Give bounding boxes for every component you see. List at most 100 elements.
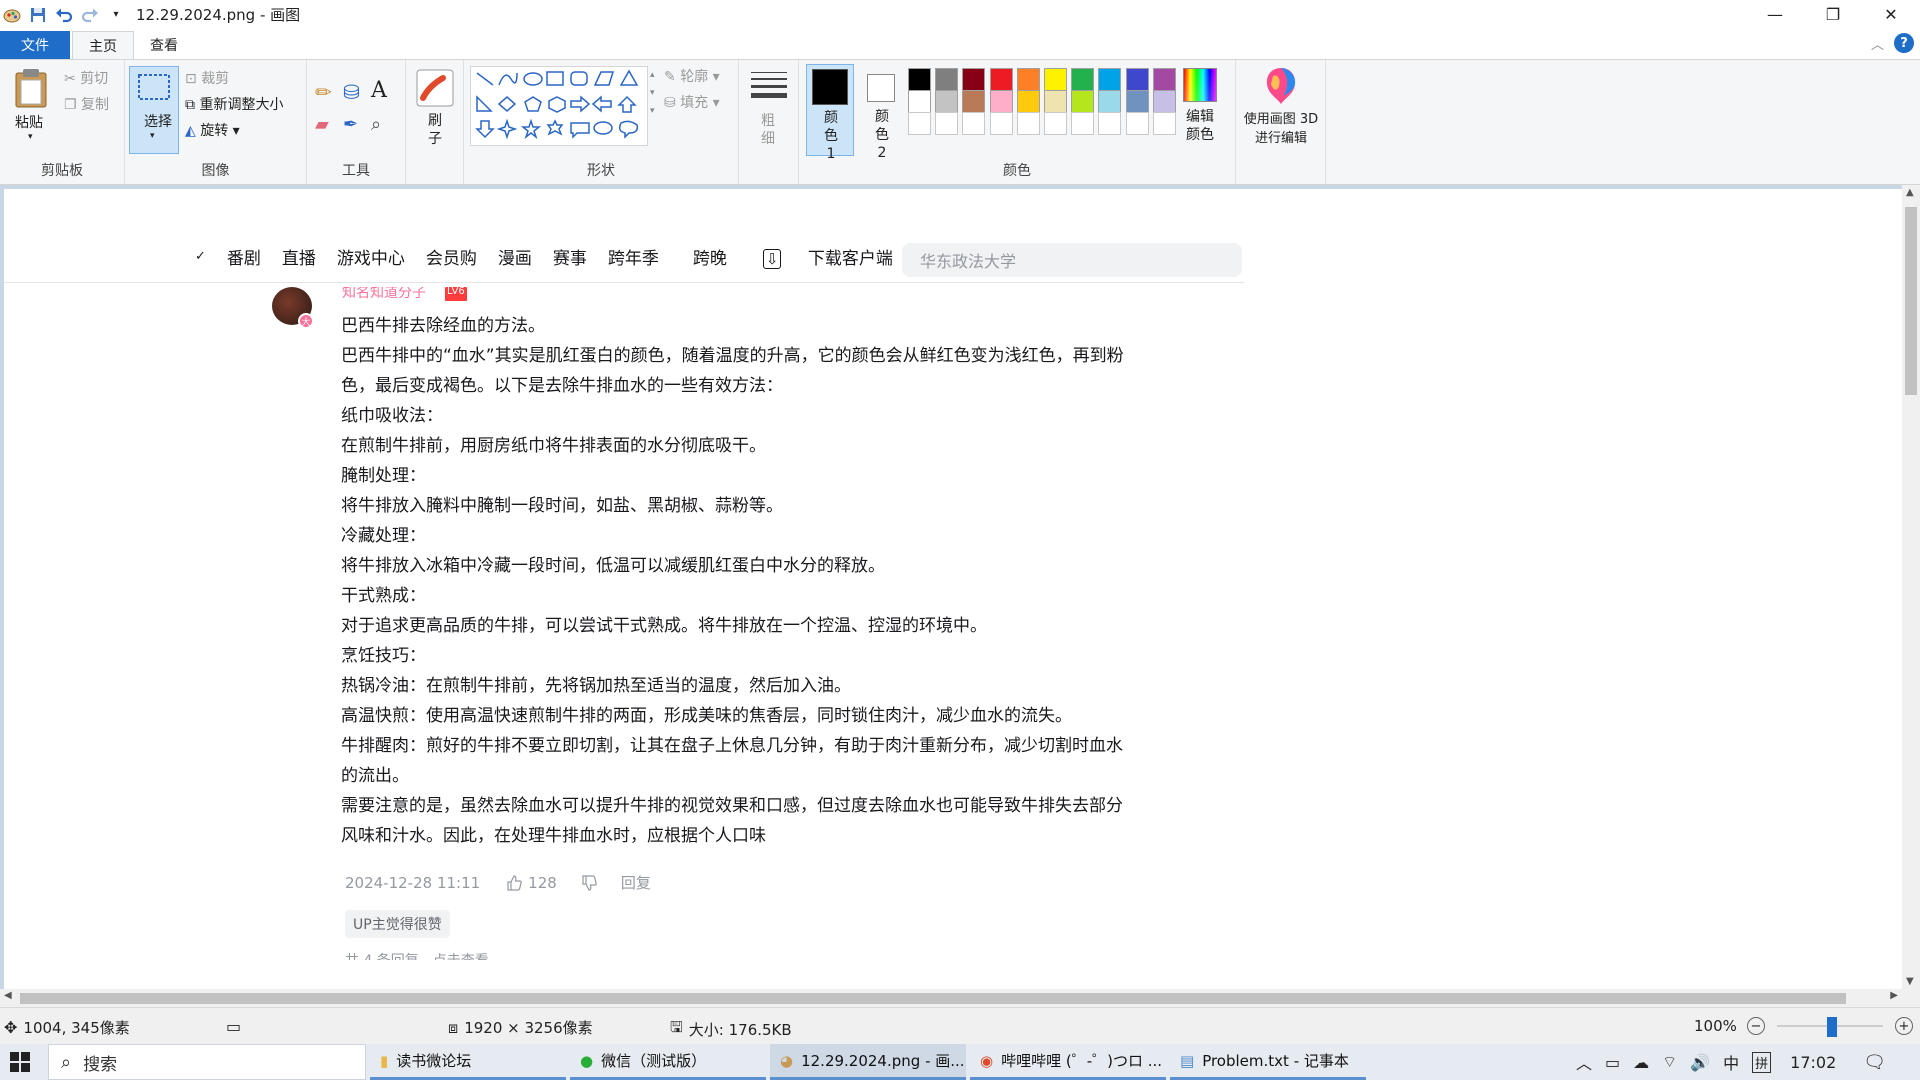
save-icon[interactable] [28,5,48,25]
color1-button[interactable]: 颜色 1 [806,64,854,162]
fill-bucket-icon[interactable]: ⛁ [343,80,360,104]
tab-view[interactable]: 查看 [134,31,194,59]
battery-icon[interactable]: ▭ [1605,1053,1620,1072]
like-button[interactable]: 128 [506,874,557,892]
horizontal-scrollbar[interactable]: ◀ ▶ [0,989,1902,1007]
palette-swatch[interactable] [1044,68,1067,91]
palette-swatch[interactable] [1098,68,1122,91]
scroll-up-arrow-icon[interactable]: ▲ [1906,187,1914,198]
pencil-icon[interactable]: ✏ [315,80,332,104]
tab-file[interactable]: 文件 [0,31,70,59]
nav-item[interactable]: 直播 [282,244,316,269]
wifi-icon[interactable]: ⌔ [1662,1052,1677,1072]
image-canvas[interactable]: ✓ 番剧 直播 游戏中心 会员购 漫画 赛事 跨年季 跨晚 ⇩ 下载客户端 华东… [4,189,1902,989]
scroll-right-arrow-icon[interactable]: ▶ [1890,990,1898,1001]
dislike-button[interactable] [581,874,597,891]
zoom-out-icon[interactable]: − [1746,1017,1765,1035]
palette-swatch[interactable] [1016,68,1040,91]
minimize-button[interactable]: — [1746,0,1804,29]
taskbar-app-bilibili[interactable]: ◉ 哔哩哔哩 (゜-゜)つロ ... [970,1044,1166,1080]
palette-swatch[interactable] [1071,68,1095,91]
paint3d-button[interactable]: 使用画图 3D 进行编辑 [1240,64,1322,158]
palette-swatch[interactable] [908,68,931,91]
taskbar-app-reading[interactable]: ▮ 读书微论坛 [370,1044,566,1080]
tray-expand-icon[interactable]: ︿ [1576,1050,1592,1074]
horizontal-scroll-thumb[interactable] [20,993,1846,1004]
palette-swatch-empty[interactable] [989,112,1013,135]
notification-icon[interactable]: 🗨 [1863,1052,1886,1073]
download-client-link[interactable]: ⇩ 下载客户端 [762,244,914,269]
taskbar-search[interactable]: ⌕ 搜索 [48,1044,366,1080]
nav-item[interactable]: 跨年季 [608,244,659,269]
palette-swatch[interactable] [935,68,959,91]
crop-button[interactable]: ⊡ 裁剪 [185,68,229,88]
paste-button[interactable]: 粘贴 ▾ [8,66,54,152]
taskbar-app-notepad[interactable]: ▤ Problem.txt - 记事本 [1170,1044,1366,1080]
palette-swatch-empty[interactable] [1044,112,1067,135]
help-icon[interactable]: ? [1894,33,1914,53]
color-picker-icon[interactable]: ✒ [343,114,358,135]
nav-item[interactable]: 赛事 [553,244,587,269]
taskbar-app-wechat[interactable]: ● 微信（测试版） [570,1044,766,1080]
palette-swatch[interactable] [1125,68,1149,91]
palette-swatch[interactable] [1016,90,1040,113]
outline-button[interactable]: ✎ 轮廓 ▾ [664,66,720,86]
redo-icon[interactable] [80,5,100,25]
taskbar-app-paint[interactable]: ◕ 12.29.2024.png - 画... [770,1044,966,1080]
reply-button[interactable]: 回复 [621,872,651,893]
page-search-input[interactable]: 华东政法大学 [902,243,1242,277]
palette-swatch-empty[interactable] [1071,112,1095,135]
palette-swatch[interactable] [1044,90,1067,113]
brushes-button[interactable]: 刷子 [410,66,460,158]
vertical-scrollbar[interactable]: ▲ ▼ [1902,185,1920,989]
palette-swatch-empty[interactable] [1016,112,1040,135]
undo-icon[interactable] [54,5,74,25]
palette-swatch[interactable] [1071,90,1095,113]
magnifier-icon[interactable]: ⌕ [371,114,381,135]
more-replies-link[interactable]: 共 4 条回复，点击查看 [345,951,489,960]
select-button[interactable]: 选择 ▾ [129,66,179,154]
palette-swatch[interactable] [1125,90,1149,113]
palette-swatch-empty[interactable] [908,112,931,135]
clock[interactable]: 17:02 [1790,1053,1836,1072]
scroll-left-arrow-icon[interactable]: ◀ [4,990,12,1001]
ime-language[interactable]: 中 [1723,1050,1739,1074]
palette-swatch-empty[interactable] [935,112,959,135]
shapes-gallery[interactable] [470,66,648,146]
rotate-button[interactable]: ◭ 旋转 ▾ [185,120,240,140]
start-button[interactable] [10,1052,30,1072]
ime-mode[interactable]: 拼 [1752,1051,1772,1073]
scroll-down-arrow-icon[interactable]: ▼ [1906,976,1914,987]
nav-item[interactable]: 漫画 [498,244,532,269]
close-button[interactable]: ✕ [1862,0,1920,29]
onedrive-icon[interactable]: ☁ [1633,1053,1649,1072]
select-dropdown-icon[interactable]: ▾ [150,131,155,141]
text-tool-icon[interactable]: A [371,78,387,103]
palette-swatch[interactable] [989,68,1013,91]
username[interactable]: 知名知道分子 [342,287,426,301]
volume-icon[interactable]: 🔊 [1690,1053,1710,1072]
nav-item[interactable]: 跨晚 [693,244,727,269]
nav-item[interactable]: 会员购 [426,244,477,269]
resize-button[interactable]: ⧉ 重新调整大小 [185,94,283,114]
size-button[interactable]: 粗细 [745,66,793,158]
eraser-icon[interactable]: ▰ [315,114,329,135]
restore-button[interactable]: ❐ [1804,0,1862,29]
palette-swatch-empty[interactable] [1098,112,1122,135]
color2-button[interactable]: 颜色 2 [858,64,906,161]
vertical-scroll-thumb[interactable] [1905,207,1917,395]
zoom-in-icon[interactable]: + [1894,1017,1913,1035]
customize-qa-dropdown-icon[interactable]: ▾ [106,5,126,25]
fill-button[interactable]: ⛁ 填充 ▾ [664,92,720,112]
collapse-ribbon-icon[interactable]: ︿ [1871,34,1884,53]
palette-swatch[interactable] [908,90,931,113]
cut-button[interactable]: ✂ 剪切 [64,68,108,88]
palette-swatch[interactable] [962,68,986,91]
palette-swatch-empty[interactable] [962,112,986,135]
zoom-slider-thumb[interactable] [1826,1017,1837,1037]
copy-button[interactable]: ❐ 复制 [64,94,109,114]
shapes-scroll-control[interactable]: ▴ ▾ ▾ [650,66,655,120]
palette-swatch-empty[interactable] [1125,112,1149,135]
palette-swatch[interactable] [962,90,986,113]
palette-swatch[interactable] [1098,90,1122,113]
